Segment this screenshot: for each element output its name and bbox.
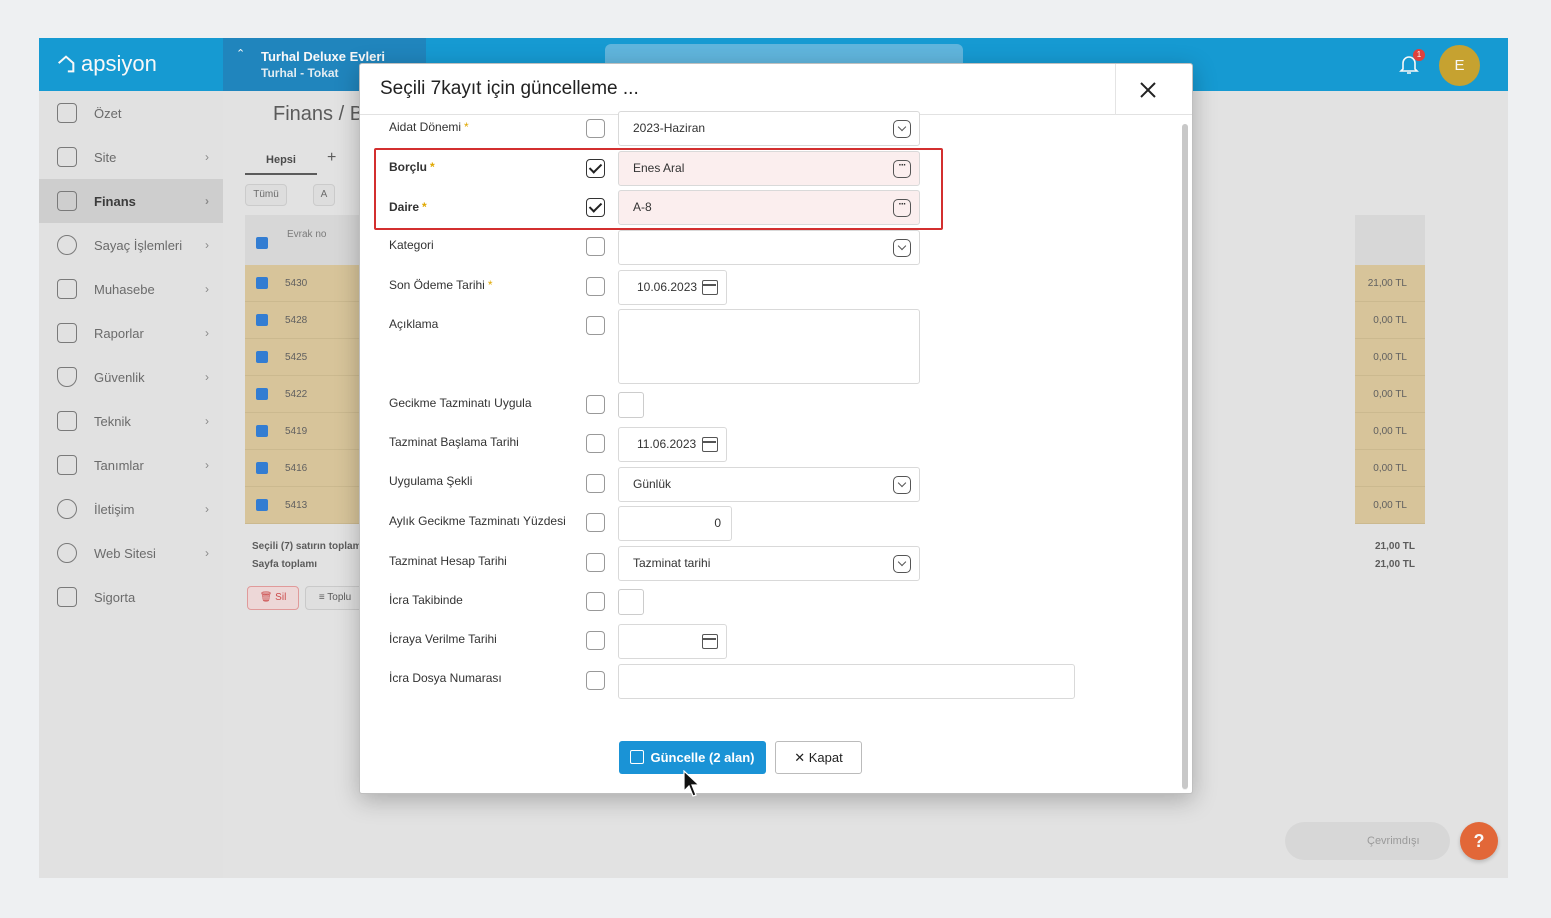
date-value: 10.06.2023: [637, 280, 698, 294]
date-value: 11.06.2023: [637, 437, 697, 451]
chevron-down-icon: [893, 239, 911, 257]
calendar-icon[interactable]: [702, 634, 718, 649]
mouse-cursor-icon: [683, 770, 701, 797]
aylik-gecikme-yuzdesi-input[interactable]: 0: [618, 506, 732, 541]
field-label-tazminat-baslama-tarihi: Tazminat Başlama Tarihi: [389, 435, 519, 449]
aidat-donemi-checkbox[interactable]: [586, 119, 605, 138]
field-label-aciklama: Açıklama: [389, 317, 439, 331]
close-icon[interactable]: [1137, 79, 1159, 101]
daire-picker[interactable]: A-8 ···: [618, 190, 920, 225]
tazminat-hesap-tarihi-select[interactable]: Tazminat tarihi: [618, 546, 920, 581]
tazminat-baslama-tarihi-checkbox[interactable]: [586, 434, 605, 453]
tazminat-baslama-tarihi-date[interactable]: 11.06.2023: [618, 427, 727, 462]
gecikme-tazminati-uygula-checkbox[interactable]: [586, 395, 605, 414]
calendar-icon[interactable]: [702, 280, 718, 295]
calendar-icon[interactable]: [702, 437, 718, 452]
chevron-down-icon: [893, 476, 911, 494]
icra-takibinde-toggle[interactable]: [618, 589, 644, 615]
icra-dosya-numarasi-checkbox[interactable]: [586, 671, 605, 690]
select-value: 2023-Haziran: [633, 121, 706, 135]
dialog-title: Seçili 7kayıt için güncelleme ...: [380, 78, 639, 99]
more-dots-icon[interactable]: ···: [893, 199, 911, 217]
scrollbar-thumb[interactable]: [1182, 124, 1188, 789]
uygulama-sekli-checkbox[interactable]: [586, 474, 605, 493]
uygulama-sekli-select[interactable]: Günlük: [618, 467, 920, 502]
aciklama-textarea[interactable]: [618, 309, 920, 384]
aidat-donemi-select[interactable]: 2023-Haziran: [618, 111, 920, 146]
chevron-down-icon: [893, 120, 911, 138]
save-icon: [630, 750, 645, 764]
aciklama-checkbox[interactable]: [586, 316, 605, 335]
field-label-daire: Daire *: [389, 200, 427, 214]
field-label-uygulama-sekli: Uygulama Şekli: [389, 474, 473, 488]
update-button-label: Güncelle (2 alan): [650, 750, 755, 765]
field-label-son-odeme-tarihi: Son Ödeme Tarihi *: [389, 278, 493, 292]
icraya-verilme-tarihi-date[interactable]: [618, 624, 727, 659]
daire-checkbox[interactable]: [586, 198, 605, 217]
son-odeme-tarihi-checkbox[interactable]: [586, 277, 605, 296]
picker-value: A-8: [633, 200, 652, 214]
number-value: 0: [714, 516, 721, 530]
close-icon: ✕: [794, 750, 806, 765]
field-label-icraya-verilme-tarihi: İcraya Verilme Tarihi: [389, 632, 497, 646]
select-value: Günlük: [633, 477, 672, 491]
aylik-gecikme-yuzdesi-checkbox[interactable]: [586, 513, 605, 532]
borclu-checkbox[interactable]: [586, 159, 605, 178]
picker-value: Enes Aral: [633, 161, 685, 175]
kategori-checkbox[interactable]: [586, 237, 605, 256]
borclu-picker[interactable]: Enes Aral ···: [618, 151, 920, 186]
son-odeme-tarihi-date[interactable]: 10.06.2023: [618, 270, 727, 305]
field-label-icra-dosya-numarasi: İcra Dosya Numarası: [389, 671, 502, 685]
field-label-tazminat-hesap-tarihi: Tazminat Hesap Tarihi: [389, 554, 507, 568]
close-button-label: Kapat: [808, 750, 843, 765]
icra-takibinde-checkbox[interactable]: [586, 592, 605, 611]
field-label-gecikme-tazminati-uygula: Gecikme Tazminatı Uygula: [389, 396, 532, 410]
icraya-verilme-tarihi-checkbox[interactable]: [586, 631, 605, 650]
field-label-aylik-gecikme-yuzdesi: Aylık Gecikme Tazminatı Yüzdesi: [389, 514, 566, 528]
dialog-header: Seçili 7kayıt için güncelleme ...: [360, 64, 1192, 115]
header-divider: [1115, 64, 1116, 115]
field-label-kategori: Kategori: [389, 238, 434, 252]
bulk-update-dialog: Seçili 7kayıt için güncelleme ... Aidat …: [359, 63, 1193, 794]
field-label-aidat-donemi: Aidat Dönemi *: [389, 120, 469, 134]
gecikme-tazminati-toggle[interactable]: [618, 392, 644, 418]
tazminat-hesap-tarihi-checkbox[interactable]: [586, 553, 605, 572]
field-label-borclu: Borçlu *: [389, 160, 435, 174]
close-button[interactable]: ✕ Kapat: [775, 741, 862, 774]
chevron-down-icon: [893, 555, 911, 573]
more-dots-icon[interactable]: ···: [893, 160, 911, 178]
kategori-select[interactable]: [618, 230, 920, 265]
select-value: Tazminat tarihi: [633, 556, 711, 570]
icra-dosya-numarasi-input[interactable]: [618, 664, 1075, 699]
field-label-icra-takibinde: İcra Takibinde: [389, 593, 463, 607]
